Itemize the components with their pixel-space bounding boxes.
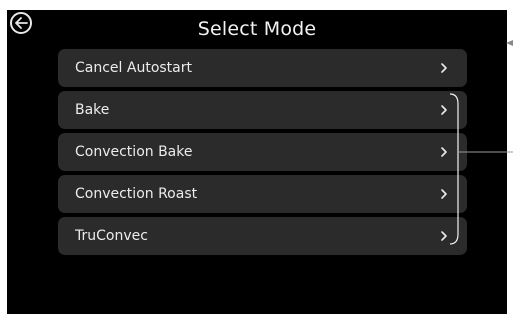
chevron-right-icon xyxy=(437,228,451,244)
menu-item-label: Convection Roast xyxy=(75,186,198,202)
page-frame: Select Mode Cancel Autostart Bake Convec… xyxy=(0,0,513,314)
chevron-right-icon xyxy=(437,60,451,76)
menu-item-truconvec[interactable]: TruConvec xyxy=(58,217,467,255)
menu-item-label: Bake xyxy=(75,102,110,118)
chevron-right-icon xyxy=(437,144,451,160)
menu-item-label: Cancel Autostart xyxy=(75,60,192,76)
caret-left-icon xyxy=(506,31,513,46)
menu-item-label: TruConvec xyxy=(75,228,148,244)
oven-display-screen: Select Mode Cancel Autostart Bake Convec… xyxy=(7,10,507,314)
menu-item-bake[interactable]: Bake xyxy=(58,91,467,129)
page-title: Select Mode xyxy=(197,18,317,40)
menu-item-convection-roast[interactable]: Convection Roast xyxy=(58,175,467,213)
chevron-right-icon xyxy=(437,186,451,202)
menu-item-label: Convection Bake xyxy=(75,144,193,160)
menu-item-cancel-autostart[interactable]: Cancel Autostart xyxy=(58,49,467,87)
chevron-right-icon xyxy=(437,102,451,118)
menu-item-convection-bake[interactable]: Convection Bake xyxy=(58,133,467,171)
